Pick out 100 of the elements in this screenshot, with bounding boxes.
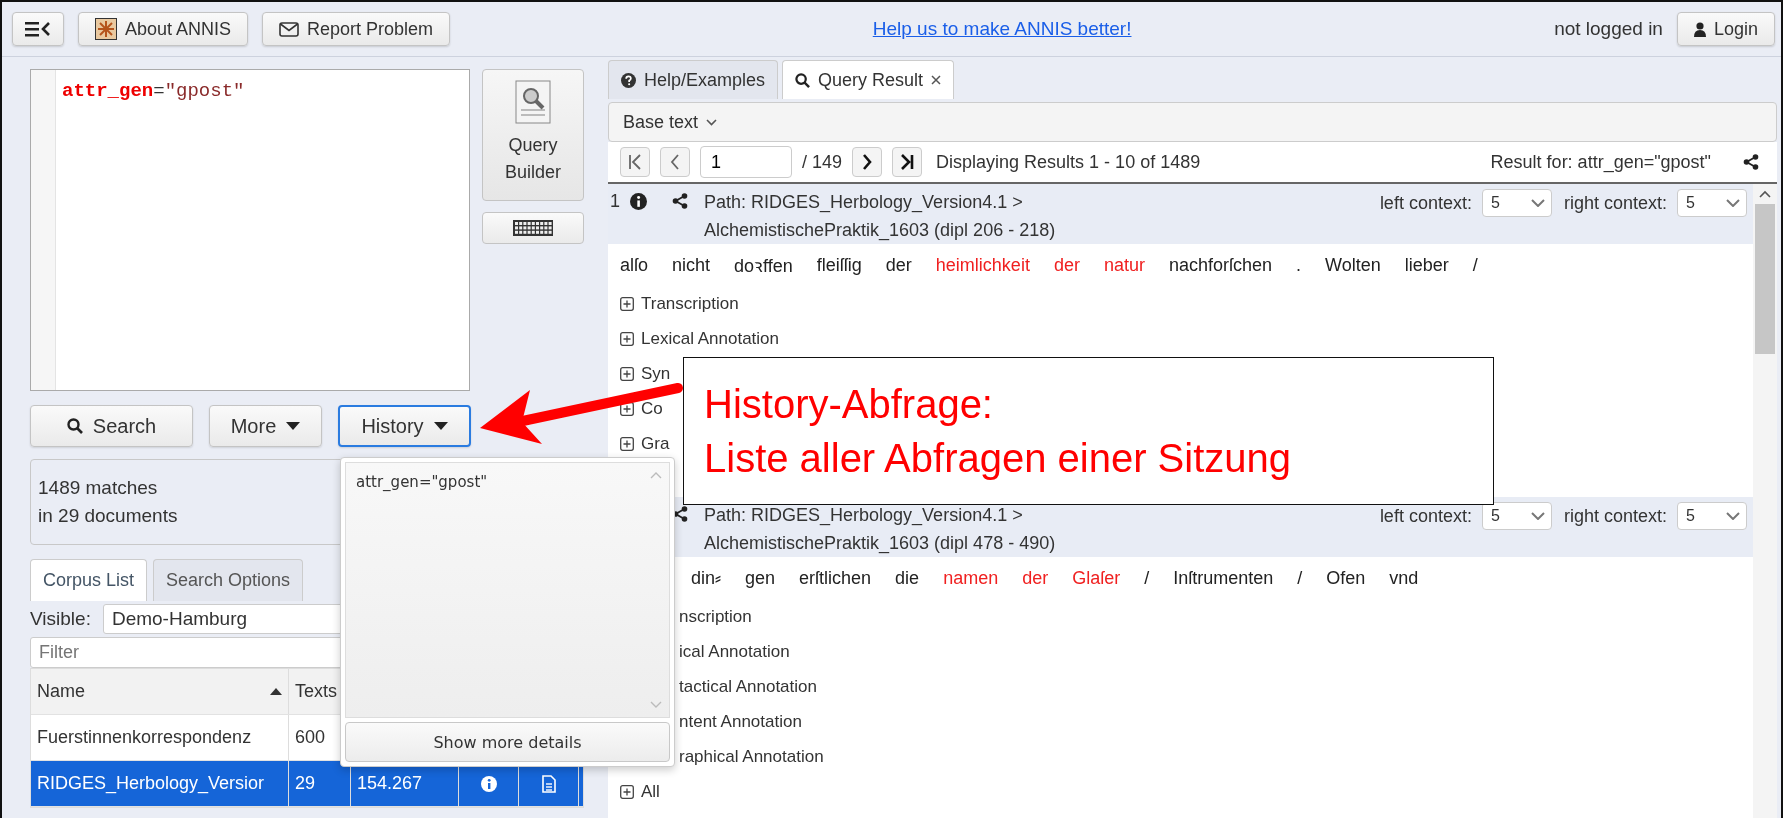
annotation-layer[interactable]: Co xyxy=(641,398,663,419)
previous-page-button[interactable] xyxy=(660,147,690,177)
expand-icon[interactable] xyxy=(620,296,634,311)
chevron-up-icon[interactable] xyxy=(1759,190,1771,198)
info-icon[interactable] xyxy=(630,193,647,210)
document-name: AlchemistischePraktik_1603 (dipl 478 - 490) xyxy=(704,532,1057,556)
token[interactable]: natur xyxy=(1103,254,1145,276)
about-button[interactable]: About ANNIS xyxy=(78,12,249,46)
expand-icon[interactable] xyxy=(620,784,634,799)
help-icon xyxy=(621,72,636,88)
token[interactable]: / xyxy=(1144,567,1150,589)
token[interactable]: fleiſſig xyxy=(816,254,862,276)
first-page-icon xyxy=(628,154,642,170)
document-search-icon xyxy=(515,80,551,124)
expand-icon[interactable] xyxy=(620,436,634,451)
query-editor[interactable]: attr_gen="gpost" xyxy=(30,69,470,391)
annotation-layer[interactable]: nscription xyxy=(679,606,752,627)
token[interactable]: / xyxy=(1472,254,1478,276)
corpus-path: Path: RIDGES_Herbology_Version4.1 > xyxy=(704,191,1024,215)
query-token: = xyxy=(153,80,165,102)
page-number-field[interactable]: 1 xyxy=(700,146,792,178)
token[interactable]: lieber xyxy=(1404,254,1449,276)
context-select[interactable]: 5 xyxy=(1481,189,1552,217)
token[interactable]: gen xyxy=(745,567,776,589)
token[interactable]: vnd xyxy=(1389,567,1419,589)
token[interactable]: namen xyxy=(943,567,999,589)
close-icon[interactable] xyxy=(931,75,942,85)
document-name: AlchemistischePraktik_1603 (dipl 206 - 218) xyxy=(704,219,1057,243)
token[interactable]: heimlichkeit xyxy=(935,254,1030,276)
share-icon[interactable] xyxy=(1743,154,1759,170)
annotation-layer[interactable]: ntent Annotation xyxy=(679,711,802,732)
token[interactable]: nicht xyxy=(672,254,711,276)
token[interactable]: Wolten xyxy=(1325,254,1381,276)
sort-ascending-icon xyxy=(270,688,282,695)
context-select[interactable]: 5 xyxy=(1677,502,1747,530)
token[interactable]: doꝛffen xyxy=(734,253,793,277)
report-problem-button[interactable]: Report Problem xyxy=(262,12,451,46)
user-icon xyxy=(1693,21,1706,37)
token[interactable]: nachforſchen xyxy=(1168,254,1272,276)
token[interactable]: der xyxy=(885,254,912,276)
annotation-layer[interactable]: Lexical Annotation xyxy=(641,328,779,349)
feedback-link[interactable]: Help us to make ANNIS better! xyxy=(872,18,1132,40)
login-button[interactable]: Login xyxy=(1676,12,1775,46)
annotation-layer[interactable]: Transcription xyxy=(641,293,739,314)
annotation-layer[interactable]: raphical Annotation xyxy=(679,746,824,767)
query-builder-button[interactable]: Query Builder xyxy=(482,69,584,201)
expand-icon[interactable] xyxy=(620,331,634,346)
document-icon[interactable] xyxy=(541,774,556,793)
token[interactable]: Inſtrumenten xyxy=(1173,567,1274,589)
chevron-down-icon xyxy=(1726,512,1740,520)
token[interactable]: die xyxy=(895,567,920,589)
panel-tab[interactable]: Corpus List xyxy=(30,559,148,601)
result-number: 1 xyxy=(610,191,620,211)
keyboard-button[interactable] xyxy=(482,212,584,244)
callout-text: History-Abfrage: xyxy=(704,381,994,427)
token[interactable]: erſtlichen xyxy=(799,567,872,589)
dropdown-button[interactable]: More xyxy=(209,405,322,447)
history-item[interactable]: attr_gen="gpost" xyxy=(346,463,643,501)
query-token: attr_gen xyxy=(62,80,154,102)
corpus-path: Path: RIDGES_Herbology_Version4.1 > xyxy=(704,504,1024,528)
callout-text: Liste aller Abfragen einer Sitzung xyxy=(704,435,1293,481)
token[interactable]: der xyxy=(1053,254,1080,276)
token[interactable]: alſo xyxy=(620,254,649,276)
token[interactable]: Glaſer xyxy=(1072,567,1121,589)
next-page-button[interactable] xyxy=(852,147,883,177)
chevron-down-icon xyxy=(1726,199,1740,207)
annotation-layer[interactable]: Gra xyxy=(641,433,670,454)
show-details-button[interactable]: Show more details xyxy=(345,722,670,762)
token[interactable]: / xyxy=(1297,567,1303,589)
scrollbar[interactable] xyxy=(1753,184,1777,818)
annotation-layer[interactable]: tactical Annotation xyxy=(679,676,817,697)
last-page-button[interactable] xyxy=(892,147,923,177)
first-page-button[interactable] xyxy=(620,147,650,177)
context-select[interactable]: 5 xyxy=(1481,502,1552,530)
token[interactable]: . xyxy=(1296,254,1302,276)
token[interactable]: Ofen xyxy=(1326,567,1366,589)
expand-icon[interactable] xyxy=(620,401,634,416)
context-label: left context: xyxy=(1379,505,1472,527)
dropdown-button[interactable]: History xyxy=(338,405,471,447)
keyboard-icon xyxy=(513,220,553,236)
corpus-row[interactable]: RIDGES_Herbology_Versior 29 154.267 xyxy=(31,761,583,807)
annotation-layer[interactable]: Syn xyxy=(641,363,671,384)
chevron-down-icon xyxy=(706,118,718,126)
context-label: right context: xyxy=(1563,505,1667,527)
panel-tab[interactable]: Search Options xyxy=(153,559,304,601)
search-button[interactable]: Search xyxy=(30,405,193,447)
sidebar-toggle-button[interactable] xyxy=(12,12,64,46)
expand-icon[interactable] xyxy=(620,366,634,381)
table-cell: RIDGES_Herbology_Versior xyxy=(37,773,265,794)
token[interactable]: din⸗ xyxy=(691,567,721,589)
share-icon[interactable] xyxy=(672,193,688,209)
scrollbar-thumb[interactable] xyxy=(1755,204,1775,354)
result-tab[interactable]: Query Result xyxy=(782,60,955,99)
annotation-layer[interactable]: All xyxy=(641,781,660,802)
base-text-dropdown[interactable]: Base text xyxy=(608,102,1777,142)
annotation-layer[interactable]: ical Annotation xyxy=(679,641,790,662)
context-select[interactable]: 5 xyxy=(1677,189,1747,217)
token[interactable]: der xyxy=(1022,567,1049,589)
column-header[interactable]: Name xyxy=(31,669,289,714)
result-tab[interactable]: Help/Examples xyxy=(608,60,779,99)
